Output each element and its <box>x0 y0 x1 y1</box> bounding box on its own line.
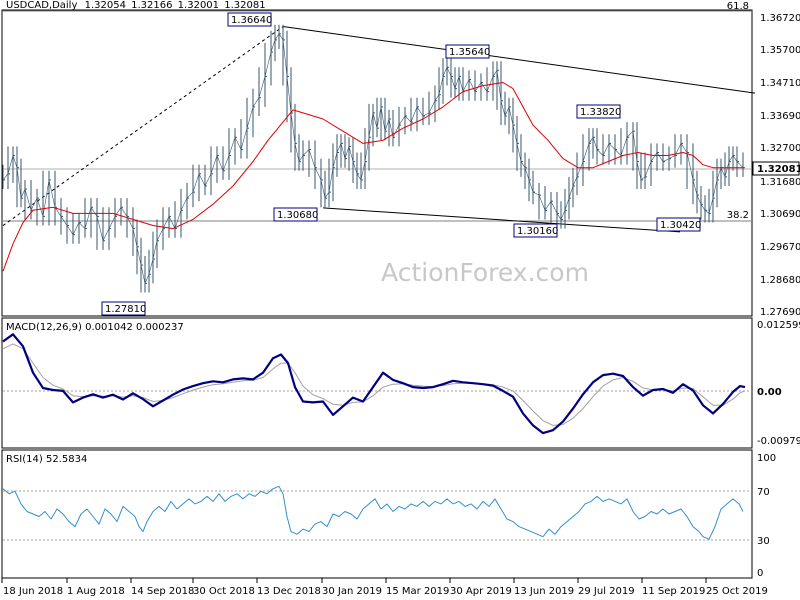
symbol-label: USDCAD <box>6 0 49 11</box>
timeframe-label: Daily <box>52 0 77 11</box>
price-tick: 1.29670 <box>760 242 800 253</box>
level-label: 1.30680 <box>277 210 318 221</box>
level-label: 1.35640 <box>449 47 490 58</box>
current-price-value: 1.32081 <box>757 164 800 175</box>
watermark: ActionForex.com <box>381 258 589 287</box>
macd-tick: 0.00 <box>757 387 782 398</box>
level-label: 1.30420 <box>660 220 701 231</box>
x-tick-label: 18 Jun 2018 <box>3 586 63 597</box>
price-tick: 1.34710 <box>760 78 800 89</box>
macd-tick: 0.012599 <box>757 320 800 331</box>
x-tick-label: 1 Aug 2018 <box>67 586 125 597</box>
x-tick-label: 15 Mar 2019 <box>386 586 449 597</box>
x-tick-label: 13 Jun 2019 <box>514 586 574 597</box>
rsi-tick: 100 <box>757 453 776 464</box>
x-tick-label: 13 Dec 2018 <box>257 586 321 597</box>
price-tick: 1.27690 <box>760 307 800 318</box>
x-tick-label: 25 Oct 2019 <box>706 586 768 597</box>
level-label: 1.33820 <box>580 107 621 118</box>
price-panel-header: USDCAD,Daily 1.32054 1.32166 1.32001 1.3… <box>6 0 266 11</box>
x-tick-label: 30 Oct 2018 <box>193 586 255 597</box>
price-tick: 1.36720 <box>760 13 800 24</box>
x-tick-label: 30 Jan 2019 <box>322 586 382 597</box>
price-tick: 1.35700 <box>760 45 800 56</box>
ohlc-high: 1.32166 <box>131 0 172 11</box>
rsi-tick: 30 <box>757 536 770 547</box>
price-tick: 1.31680 <box>760 177 800 188</box>
ohlc-close: 1.32081 <box>224 0 265 11</box>
chart-background <box>0 0 800 600</box>
macd-title: MACD(12,26,9) 0.001042 0.000237 <box>6 322 184 333</box>
price-tick: 1.32700 <box>760 143 800 154</box>
rsi-tick: 70 <box>757 487 770 498</box>
fib-382-label: 38.2 <box>727 210 749 221</box>
x-tick-label: 29 Jul 2019 <box>578 586 635 597</box>
macd-tick: -0.00979 <box>757 436 800 447</box>
rsi-tick: 0 <box>757 568 763 579</box>
x-tick-label: 14 Sep 2018 <box>131 586 194 597</box>
ohlc-low: 1.32001 <box>178 0 219 11</box>
price-tick: 1.33690 <box>760 111 800 122</box>
x-tick-label: 30 Apr 2019 <box>450 586 512 597</box>
level-label: 1.36640 <box>231 15 272 26</box>
ohlc-open: 1.32054 <box>85 0 126 11</box>
fib-618-label: 61.8 <box>727 1 749 12</box>
rsi-title: RSI(14) 52.5834 <box>6 454 87 465</box>
level-label: 1.27810 <box>105 304 146 315</box>
x-tick-label: 11 Sep 2019 <box>642 586 705 597</box>
level-label: 1.30160 <box>517 226 558 237</box>
price-tick: 1.30690 <box>760 209 800 220</box>
usdcad-daily-chart: ActionForex.com USDCAD,Daily 1.32054 1.3… <box>0 0 800 600</box>
price-tick: 1.28680 <box>760 275 800 286</box>
